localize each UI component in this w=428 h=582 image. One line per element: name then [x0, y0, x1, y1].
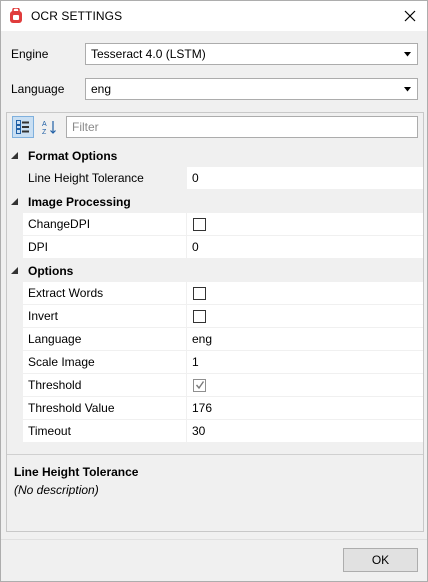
row-gutter: [7, 236, 23, 259]
category-row[interactable]: Image Processing: [7, 190, 423, 213]
row-gutter: [7, 167, 23, 190]
property-checkbox[interactable]: [193, 309, 206, 323]
language-label: Language: [11, 82, 65, 96]
row-gutter: [7, 351, 23, 374]
app-logo-icon: [9, 7, 23, 24]
property-value[interactable]: [187, 282, 423, 305]
row-gutter: [7, 282, 23, 305]
language-select[interactable]: eng: [85, 78, 418, 100]
property-checkbox[interactable]: [193, 378, 206, 392]
row-gutter: [7, 420, 23, 443]
property-name[interactable]: Timeout: [23, 420, 186, 443]
property-name[interactable]: Line Height Tolerance: [23, 167, 186, 190]
language-select-value: eng: [91, 82, 112, 96]
categorized-view-icon: [16, 120, 29, 134]
category-row[interactable]: Options: [7, 259, 423, 282]
filter-placeholder: Filter: [72, 120, 99, 134]
property-name[interactable]: Threshold: [23, 374, 186, 397]
property-value[interactable]: [187, 374, 423, 397]
category-label: Format Options: [28, 149, 118, 163]
property-list: Format Options Line Height Tolerance 0 Imag…: [7, 144, 423, 443]
filter-input[interactable]: Filter: [66, 116, 418, 138]
chevron-down-icon: [404, 87, 411, 92]
property-value[interactable]: 30: [187, 420, 423, 443]
title-bar: OCR SETTINGS: [1, 1, 427, 31]
close-icon: [404, 10, 416, 22]
row-gutter: [7, 397, 23, 420]
property-value[interactable]: [187, 213, 423, 236]
property-value[interactable]: 0: [187, 167, 423, 190]
ok-button-label: OK: [371, 553, 390, 567]
property-grid: A Z Filter Format Options Line Height Tol…: [6, 112, 424, 532]
engine-label: Engine: [11, 47, 49, 61]
property-row[interactable]: Language eng: [7, 328, 423, 351]
ok-button[interactable]: OK: [343, 548, 418, 572]
property-row[interactable]: Extract Words: [7, 282, 423, 305]
property-name[interactable]: Language: [23, 328, 186, 351]
property-value[interactable]: [187, 305, 423, 328]
property-row[interactable]: Invert: [7, 305, 423, 328]
property-value[interactable]: 0: [187, 236, 423, 259]
chevron-down-icon: [404, 52, 411, 57]
description-panel: Line Height Tolerance (No description): [7, 454, 423, 531]
property-row[interactable]: ChangeDPI: [7, 213, 423, 236]
category-label: Options: [28, 264, 74, 278]
footer-divider: [1, 539, 427, 540]
sort-alphabetical-button[interactable]: A Z: [38, 116, 60, 138]
svg-text:A: A: [42, 121, 47, 128]
property-checkbox[interactable]: [193, 286, 206, 300]
property-row[interactable]: Line Height Tolerance 0: [7, 167, 423, 190]
engine-select-value: Tesseract 4.0 (LSTM): [91, 47, 206, 61]
row-gutter: [7, 374, 23, 397]
engine-select[interactable]: Tesseract 4.0 (LSTM): [85, 43, 418, 65]
window-title: OCR SETTINGS: [31, 9, 123, 23]
row-gutter: [7, 213, 23, 236]
ocr-settings-dialog: OCR SETTINGS Engine Tesseract 4.0 (LSTM)…: [0, 0, 428, 582]
collapse-triangle-icon[interactable]: [11, 267, 18, 274]
property-row[interactable]: DPI 0: [7, 236, 423, 259]
property-value[interactable]: 1: [187, 351, 423, 374]
property-row[interactable]: Threshold: [7, 374, 423, 397]
category-label: Image Processing: [28, 195, 131, 209]
property-value[interactable]: 176: [187, 397, 423, 420]
checkmark-icon: [195, 381, 204, 390]
row-gutter: [7, 328, 23, 351]
property-name[interactable]: Extract Words: [23, 282, 186, 305]
property-grid-toolbar: A Z Filter: [7, 113, 423, 143]
property-name[interactable]: ChangeDPI: [23, 213, 186, 236]
property-row[interactable]: Threshold Value 176: [7, 397, 423, 420]
property-checkbox[interactable]: [193, 217, 206, 231]
collapse-triangle-icon[interactable]: [11, 198, 18, 205]
svg-text:Z: Z: [42, 129, 47, 135]
category-row[interactable]: Format Options: [7, 144, 423, 167]
categorized-view-button[interactable]: [12, 116, 34, 138]
property-value[interactable]: eng: [187, 328, 423, 351]
description-title: Line Height Tolerance: [14, 465, 139, 479]
close-button[interactable]: [393, 1, 427, 31]
property-row[interactable]: Scale Image 1: [7, 351, 423, 374]
property-name[interactable]: Invert: [23, 305, 186, 328]
collapse-triangle-icon[interactable]: [11, 152, 18, 159]
sort-alphabetical-icon: A Z: [42, 121, 56, 135]
row-gutter: [7, 305, 23, 328]
property-name[interactable]: Scale Image: [23, 351, 186, 374]
property-name[interactable]: Threshold Value: [23, 397, 186, 420]
property-row[interactable]: Timeout 30: [7, 420, 423, 443]
description-text: (No description): [14, 483, 99, 497]
property-name[interactable]: DPI: [23, 236, 186, 259]
